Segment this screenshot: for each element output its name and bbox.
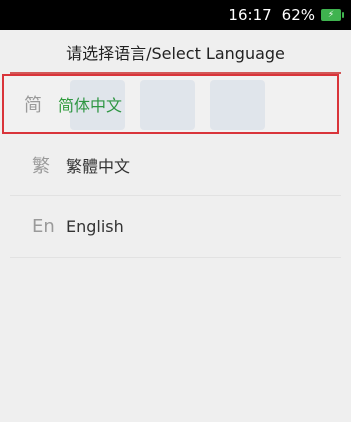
- charging-icon: ⚡: [327, 9, 335, 20]
- language-item-simplified-chinese[interactable]: 简 简体中文: [2, 74, 339, 134]
- english-icon: En: [32, 216, 55, 237]
- language-item-traditional-chinese[interactable]: 繁 繁體中文: [10, 134, 341, 196]
- language-label: 繁體中文: [66, 156, 131, 176]
- simplified-chinese-icon: 简: [24, 95, 42, 116]
- battery-icon: ⚡: [321, 9, 344, 21]
- language-label: English: [66, 217, 124, 236]
- status-time: 16:17: [228, 6, 272, 24]
- page-title: 请选择语言/Select Language: [66, 44, 285, 63]
- language-item-english[interactable]: En English: [10, 196, 341, 258]
- battery-percent: 62%: [281, 6, 315, 24]
- language-list: 简 简体中文 繁 繁體中文 En English: [0, 74, 351, 258]
- language-select-screen: 16:17 62% ⚡ 请选择语言/Select Language 简 简体中文…: [0, 0, 351, 422]
- traditional-chinese-icon: 繁: [32, 155, 50, 177]
- status-bar: 16:17 62% ⚡: [0, 0, 351, 30]
- language-label: 简体中文: [58, 96, 123, 115]
